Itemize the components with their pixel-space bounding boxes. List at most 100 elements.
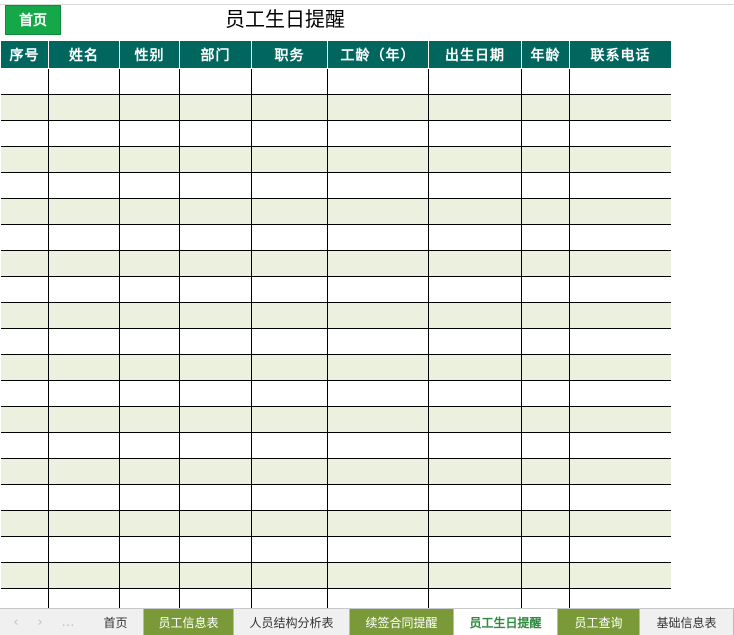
table-cell[interactable] — [569, 198, 672, 225]
table-cell[interactable] — [327, 172, 429, 199]
prev-sheet-icon[interactable]: ‹ — [13, 615, 18, 630]
table-cell[interactable] — [179, 276, 252, 303]
table-cell[interactable] — [428, 276, 522, 303]
table-cell[interactable] — [119, 146, 180, 173]
table-cell[interactable] — [428, 250, 522, 277]
table-cell[interactable] — [48, 432, 120, 459]
table-cell[interactable] — [48, 120, 120, 147]
table-cell[interactable] — [119, 198, 180, 225]
table-cell[interactable] — [428, 94, 522, 121]
table-cell[interactable] — [119, 484, 180, 511]
table-cell[interactable] — [569, 458, 672, 485]
table-cell[interactable] — [569, 68, 672, 95]
table-cell[interactable] — [327, 432, 429, 459]
table-cell[interactable] — [0, 302, 49, 329]
table-cell[interactable] — [327, 146, 429, 173]
table-cell[interactable] — [521, 510, 570, 537]
table-cell[interactable] — [251, 406, 328, 433]
table-cell[interactable] — [521, 94, 570, 121]
table-cell[interactable] — [569, 484, 672, 511]
table-cell[interactable] — [251, 68, 328, 95]
table-cell[interactable] — [48, 354, 120, 381]
table-cell[interactable] — [521, 432, 570, 459]
col-header-department[interactable]: 部门 — [179, 40, 252, 69]
table-cell[interactable] — [428, 432, 522, 459]
table-cell[interactable] — [569, 276, 672, 303]
table-cell[interactable] — [428, 562, 522, 589]
table-cell[interactable] — [119, 536, 180, 563]
table-cell[interactable] — [0, 536, 49, 563]
table-cell[interactable] — [48, 172, 120, 199]
table-cell[interactable] — [428, 510, 522, 537]
table-cell[interactable] — [569, 224, 672, 251]
table-cell[interactable] — [0, 68, 49, 95]
sheet-tab-structure-analysis[interactable]: 人员结构分析表 — [234, 609, 350, 635]
table-cell[interactable] — [48, 68, 120, 95]
table-cell[interactable] — [0, 354, 49, 381]
table-cell[interactable] — [179, 198, 252, 225]
table-cell[interactable] — [48, 198, 120, 225]
table-cell[interactable] — [48, 510, 120, 537]
table-cell[interactable] — [521, 224, 570, 251]
table-cell[interactable] — [119, 510, 180, 537]
table-cell[interactable] — [569, 250, 672, 277]
table-cell[interactable] — [119, 224, 180, 251]
table-cell[interactable] — [0, 380, 49, 407]
table-cell[interactable] — [179, 484, 252, 511]
table-cell[interactable] — [521, 198, 570, 225]
more-sheets-icon[interactable]: … — [62, 615, 75, 630]
table-cell[interactable] — [0, 224, 49, 251]
table-cell[interactable] — [179, 458, 252, 485]
table-cell[interactable] — [521, 406, 570, 433]
table-cell[interactable] — [119, 250, 180, 277]
table-cell[interactable] — [251, 172, 328, 199]
table-cell[interactable] — [251, 354, 328, 381]
table-cell[interactable] — [119, 328, 180, 355]
table-cell[interactable] — [327, 250, 429, 277]
sheet-tab-home[interactable]: 首页 — [88, 609, 144, 635]
table-cell[interactable] — [179, 172, 252, 199]
table-cell[interactable] — [48, 458, 120, 485]
table-cell[interactable] — [0, 432, 49, 459]
table-cell[interactable] — [428, 120, 522, 147]
table-cell[interactable] — [119, 432, 180, 459]
table-cell[interactable] — [119, 406, 180, 433]
table-cell[interactable] — [521, 68, 570, 95]
table-cell[interactable] — [521, 380, 570, 407]
table-cell[interactable] — [327, 354, 429, 381]
sheet-tab-employee-query[interactable]: 员工查询 — [558, 609, 640, 635]
home-button[interactable]: 首页 — [5, 5, 61, 35]
sheet-tab-employee-info[interactable]: 员工信息表 — [144, 609, 234, 635]
table-cell[interactable] — [428, 458, 522, 485]
table-cell[interactable] — [521, 562, 570, 589]
table-cell[interactable] — [428, 354, 522, 381]
table-cell[interactable] — [327, 536, 429, 563]
table-cell[interactable] — [521, 484, 570, 511]
table-cell[interactable] — [251, 250, 328, 277]
table-cell[interactable] — [569, 380, 672, 407]
table-cell[interactable] — [251, 432, 328, 459]
table-cell[interactable] — [521, 354, 570, 381]
table-cell[interactable] — [251, 146, 328, 173]
table-cell[interactable] — [327, 276, 429, 303]
table-cell[interactable] — [0, 328, 49, 355]
table-cell[interactable] — [179, 328, 252, 355]
table-cell[interactable] — [521, 276, 570, 303]
table-cell[interactable] — [428, 224, 522, 251]
table-cell[interactable] — [48, 250, 120, 277]
table-cell[interactable] — [569, 146, 672, 173]
table-cell[interactable] — [179, 250, 252, 277]
table-cell[interactable] — [521, 250, 570, 277]
table-cell[interactable] — [521, 536, 570, 563]
table-cell[interactable] — [0, 406, 49, 433]
table-cell[interactable] — [251, 562, 328, 589]
table-cell[interactable] — [428, 68, 522, 95]
col-header-position[interactable]: 职务 — [251, 40, 328, 69]
sheet-tab-basic-info[interactable]: 基础信息表 — [640, 609, 734, 635]
sheet-tab-contract-renewal[interactable]: 续签合同提醒 — [350, 609, 454, 635]
table-cell[interactable] — [521, 302, 570, 329]
table-cell[interactable] — [179, 406, 252, 433]
table-cell[interactable] — [0, 198, 49, 225]
table-cell[interactable] — [179, 432, 252, 459]
table-cell[interactable] — [428, 406, 522, 433]
